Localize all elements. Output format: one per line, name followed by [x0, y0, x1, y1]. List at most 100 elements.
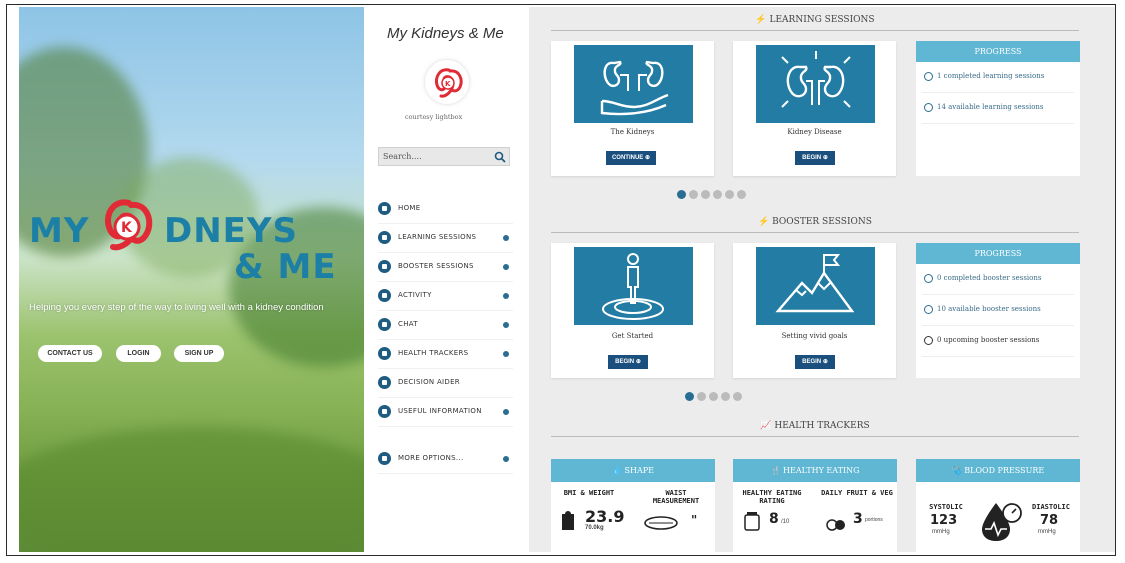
chevron-icon[interactable]: [503, 264, 509, 270]
search-input[interactable]: Search....: [383, 152, 422, 161]
learning-card-kidneys[interactable]: The Kidneys CONTINUE ⊕: [551, 41, 714, 176]
sidebar-item-useful-information[interactable]: USEFUL INFORMATION: [378, 398, 513, 427]
info-icon: [378, 405, 391, 418]
chat-icon: [378, 318, 391, 331]
card-caption: Kidney Disease: [787, 128, 842, 136]
app-frame: MY K DNEYS & ME Helping you every step o…: [6, 4, 1116, 556]
begin-button[interactable]: BEGIN ⊕: [795, 151, 835, 165]
sidebar-item-activity[interactable]: ACTIVITY: [378, 282, 513, 311]
chevron-icon[interactable]: [503, 235, 509, 241]
person-target-icon: [574, 247, 693, 325]
sidebar-item-label: DECISION AIDER: [398, 378, 460, 386]
sidebar-item-decision-aider[interactable]: DECISION AIDER: [378, 369, 513, 398]
progress-row: 1 completed learning sessions: [922, 62, 1074, 93]
login-button[interactable]: LOGIN: [116, 345, 161, 362]
button-label: CONTINUE: [611, 155, 644, 161]
continue-button[interactable]: CONTINUE ⊕: [606, 151, 656, 165]
begin-button[interactable]: BEGIN ⊕: [795, 355, 835, 369]
hero-panel: MY K DNEYS & ME Helping you every step o…: [19, 7, 364, 552]
card-caption: Get Started: [611, 332, 654, 340]
button-label: BEGIN: [615, 359, 635, 365]
check-circle-icon: [924, 274, 933, 283]
sidebar-item-home[interactable]: HOME: [378, 195, 513, 224]
sidebar-item-label: ACTIVITY: [398, 291, 432, 299]
progress-row: 10 available booster sessions: [922, 295, 1074, 326]
list-circle-icon: [924, 103, 933, 112]
chevron-icon[interactable]: [503, 409, 509, 415]
metric-value: 78: [1040, 513, 1059, 528]
carousel-dot[interactable]: [701, 190, 710, 199]
sidebar-item-more-options[interactable]: MORE OPTIONS...: [378, 445, 513, 474]
booster-card-vivid-goals[interactable]: Setting vivid goals BEGIN ⊕: [733, 243, 896, 378]
brand-title[interactable]: My Kidneys & Me: [387, 25, 504, 42]
tracker-card-blood-pressure[interactable]: 🩺 BLOOD PRESSURE SYSTOLIC 123 mmHg DIAST…: [916, 459, 1080, 554]
sidebar-item-label: BOOSTER SESSIONS: [398, 262, 474, 270]
sign-up-button[interactable]: SIGN UP: [174, 345, 224, 362]
carousel-dot[interactable]: [689, 190, 698, 199]
sidebar-item-label: HOME: [398, 204, 421, 212]
progress-text: 0 completed booster sessions: [937, 274, 1042, 282]
sidebar-item-chat[interactable]: CHAT: [378, 311, 513, 340]
metric-value: 3: [853, 511, 863, 527]
hero-logo: MY K DNEYS & ME: [29, 197, 359, 287]
hero-tagline: Helping you every step of the way to liv…: [29, 302, 324, 313]
chevron-icon[interactable]: [503, 322, 509, 328]
kidneys-hand-icon: [574, 45, 693, 123]
metric-label: SYSTOLIC: [929, 503, 963, 511]
chevron-icon[interactable]: [503, 351, 509, 357]
plus-icon: [378, 376, 391, 389]
carousel-dot[interactable]: [709, 392, 718, 401]
carousel-dot[interactable]: [737, 190, 746, 199]
chevron-icon[interactable]: [503, 456, 509, 462]
carousel-dot[interactable]: [713, 190, 722, 199]
carousel-dot[interactable]: [721, 392, 730, 401]
sidebar-item-health-trackers[interactable]: HEALTH TRACKERS: [378, 340, 513, 369]
svg-text:K: K: [121, 220, 133, 236]
dashboard: ⚡ LEARNING SESSIONS The Kidneys CONTINUE…: [529, 7, 1115, 554]
carousel-dot[interactable]: [725, 190, 734, 199]
logo-text-me: & ME: [234, 247, 337, 287]
booster-progress-panel: PROGRESS 0 completed booster sessions 10…: [916, 243, 1080, 378]
metric-label: DAILY FRUIT & VEG: [821, 489, 893, 497]
section-title: BOOSTER SESSIONS: [772, 217, 872, 227]
search-box[interactable]: Search....: [378, 147, 510, 166]
food-jar-icon: [744, 512, 760, 531]
learning-card-kidney-disease[interactable]: Kidney Disease BEGIN ⊕: [733, 41, 896, 176]
progress-text: 0 upcoming booster sessions: [937, 336, 1040, 344]
scale-icon: [562, 511, 574, 530]
brand-logo[interactable]: K: [424, 59, 470, 105]
button-label: BEGIN: [802, 155, 822, 161]
learning-progress-panel: PROGRESS 1 completed learning sessions 1…: [916, 41, 1080, 176]
carousel-dot[interactable]: [685, 392, 694, 401]
clock-circle-icon: [924, 336, 933, 345]
tracker-title: 💧 SHAPE: [551, 459, 715, 482]
svg-text:K: K: [445, 80, 451, 88]
metric-value: 8: [769, 511, 779, 527]
carousel-dot[interactable]: [677, 190, 686, 199]
sidebar-item-booster-sessions[interactable]: BOOSTER SESSIONS: [378, 253, 513, 282]
activity-icon: [378, 289, 391, 302]
progress-row: 0 upcoming booster sessions: [922, 326, 1074, 357]
tracker-card-shape[interactable]: 💧 SHAPE BMI & WEIGHT 23.9 70.0kg WAIST M…: [551, 459, 715, 554]
button-label: BEGIN: [802, 359, 822, 365]
progress-title: PROGRESS: [916, 243, 1080, 264]
search-icon[interactable]: [494, 151, 506, 163]
carousel-dot[interactable]: [697, 392, 706, 401]
kidney-disease-icon: [756, 45, 875, 123]
sidebar-item-label: HEALTH TRACKERS: [398, 349, 469, 357]
tracker-title: 🍴 HEALTHY EATING: [733, 459, 897, 482]
contact-us-button[interactable]: CONTACT US: [38, 345, 102, 362]
fruit-icon: [826, 519, 845, 531]
metric-label: HEALTHY EATING RATING: [742, 489, 802, 505]
sidebar-menu: HOME LEARNING SESSIONS BOOSTER SESSIONS …: [378, 195, 513, 474]
begin-button[interactable]: BEGIN ⊕: [608, 355, 648, 369]
progress-text: 14 available learning sessions: [937, 103, 1044, 111]
learning-carousel-dots: [677, 186, 749, 199]
chevron-icon[interactable]: [503, 293, 509, 299]
tracker-title: 🩺 BLOOD PRESSURE: [916, 459, 1080, 482]
booster-card-get-started[interactable]: Get Started BEGIN ⊕: [551, 243, 714, 378]
tracker-card-healthy-eating[interactable]: 🍴 HEALTHY EATING HEALTHY EATING RATING 8…: [733, 459, 897, 554]
carousel-dot[interactable]: [733, 392, 742, 401]
sidebar-item-learning-sessions[interactable]: LEARNING SESSIONS: [378, 224, 513, 253]
section-title: LEARNING SESSIONS: [769, 15, 875, 25]
